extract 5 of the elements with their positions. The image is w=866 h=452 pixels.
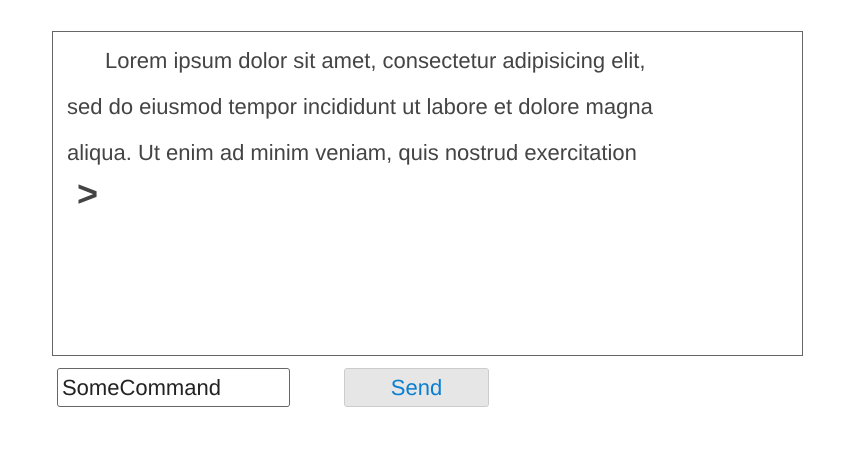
console-text: Lorem ipsum dolor sit amet, consectetur adipisicing elit,	[104, 47, 646, 75]
console-text: sed do eiusmod tempor incididunt ut labore et dolore magna	[67, 93, 654, 121]
command-field[interactable]: SomeCommand	[57, 368, 290, 407]
console-text: aliqua. Ut enim ad minim veniam, quis nostrud exercitation	[67, 139, 638, 167]
prompt-symbol: >	[76, 176, 98, 212]
